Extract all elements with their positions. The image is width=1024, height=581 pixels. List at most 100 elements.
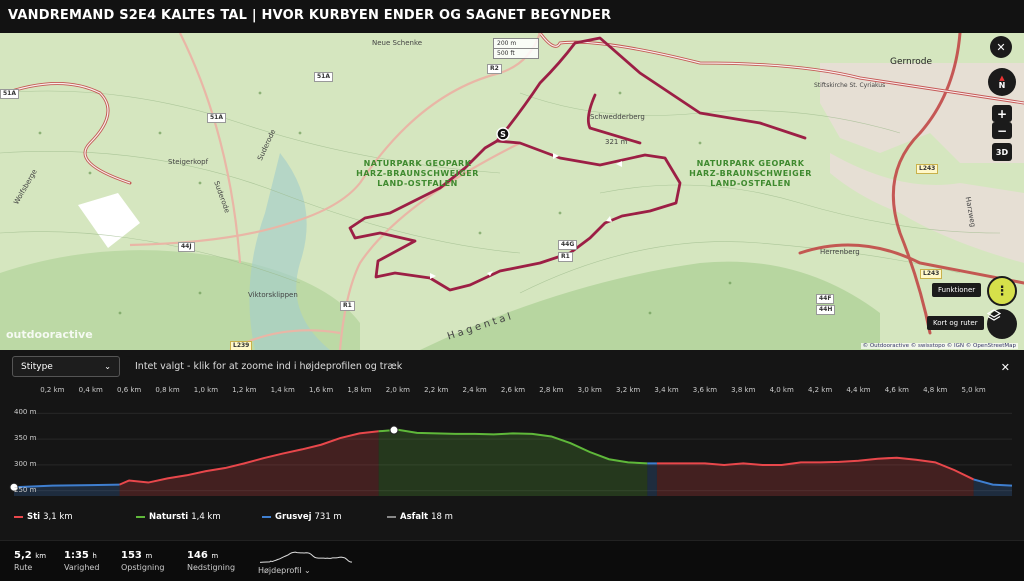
map-close-button[interactable]: ✕ (990, 36, 1012, 58)
more-vertical-icon: ⋮ (995, 283, 1009, 299)
x-tick-label: 2,6 km (500, 386, 526, 394)
road-badge-44h: 44H (816, 305, 836, 315)
elevation-chart[interactable] (0, 400, 1024, 500)
legend-value: 731 m (314, 512, 342, 522)
map-label-schwedderberg: Schwedderberg (590, 113, 645, 121)
legend-value: 3,1 km (43, 512, 73, 522)
layers-icon (987, 309, 1001, 321)
elevation-profile-panel: Stitype ⌄ Intet valgt - klik for at zoom… (0, 350, 1024, 540)
map-label-steigerkopf: Steigerkopf (168, 158, 209, 166)
legend-item-asfalt: Asfalt 18 m (387, 512, 453, 522)
x-tick-label: 0,8 km (155, 386, 180, 394)
x-tick-label: 4,0 km (769, 386, 794, 394)
x-tick-label: 4,8 km (923, 386, 948, 394)
stat-varighed: 1:35 h Varighed (64, 550, 99, 572)
stat-value: 5,2 km (14, 550, 47, 561)
map-view[interactable]: S Neue Schenke Steigerkopf Wolfsberge Vi… (0, 33, 1024, 350)
compass-button[interactable]: ▲ N (988, 68, 1016, 96)
profile-x-axis: 0,2 km 0,4 km 0,6 km 0,8 km 1,0 km 1,2 km 1,4 … (0, 386, 1024, 398)
layers-button[interactable] (987, 309, 1017, 339)
stat-rute: 5,2 km Rute (14, 550, 46, 572)
close-icon: ✕ (996, 40, 1006, 54)
x-tick-label: 2,4 km (462, 386, 487, 394)
3d-button[interactable]: 3D (992, 143, 1012, 161)
x-tick-label: 1,8 km (347, 386, 372, 394)
map-label-viktorsklippen: Viktorsklippen (248, 291, 298, 299)
x-tick-label: 4,2 km (807, 386, 833, 394)
functions-tooltip: Funktioner (932, 283, 982, 297)
legend-value: 1,4 km (191, 512, 221, 522)
stat-value: 153 m (121, 550, 153, 561)
stat-label: Varighed (64, 563, 100, 572)
stat-label: Opstigning (121, 563, 165, 572)
park-label-right: NATURPARK GEOPARK HARZ-BRAUNSCHWEIGER LA… (688, 159, 813, 189)
road-badge-r1: R1 (340, 301, 355, 311)
road-badge-51a: 51A (314, 72, 333, 82)
x-tick-label: 1,6 km (308, 386, 334, 394)
park-label-left-text: NATURPARK GEOPARK HARZ-BRAUNSCHWEIGER LA… (356, 159, 479, 188)
profile-hint: Intet valgt - klik for at zoome ind i hø… (135, 361, 403, 372)
x-tick-label: 1,2 km (232, 386, 257, 394)
zoom-out-icon: − (996, 123, 1008, 138)
profile-selected-marker (389, 425, 399, 435)
map-label-neue-schenke: Neue Schenke (372, 39, 423, 47)
tour-stats-bar: 5,2 km Rute 1:35 h Varighed 153 m Opstigning 1… (0, 540, 1024, 581)
stat-unit: km (35, 552, 47, 560)
mini-profile-graph[interactable] (258, 549, 354, 565)
x-tick-label: 0,4 km (78, 386, 103, 394)
map-label-peak: 321 m (605, 138, 628, 146)
legend-name: Natursti (149, 512, 189, 522)
y-tick-label: 350 m (14, 434, 37, 443)
stat-value: 1:35 h (64, 550, 97, 561)
x-tick-label: 0,6 km (117, 386, 142, 394)
legend-value: 18 m (431, 512, 453, 522)
road-badge-51a: 51A (0, 89, 19, 99)
surface-type-value: Stitype (21, 361, 53, 372)
functions-button[interactable]: ⋮ (987, 276, 1017, 306)
profile-area-natursti (378, 429, 648, 496)
profile-area-sti (119, 431, 379, 496)
stat-unit: h (92, 552, 97, 560)
map-label-herrenberg: Herrenberg (820, 248, 860, 256)
park-label-right-text: NATURPARK GEOPARK HARZ-BRAUNSCHWEIGER LA… (689, 159, 812, 188)
layers-tooltip: Kort og ruter (927, 316, 984, 330)
zoom-out-button[interactable]: − (992, 122, 1012, 139)
legend-swatch (387, 516, 396, 518)
y-tick-label: 300 m (14, 459, 37, 468)
road-badge-l239: L239 (230, 341, 253, 350)
x-tick-label: 0,2 km (40, 386, 65, 394)
x-tick-label: 4,4 km (846, 386, 871, 394)
y-tick-label: 400 m (14, 408, 37, 417)
road-badge-44g: 44G (558, 240, 578, 250)
x-tick-label: 3,8 km (731, 386, 756, 394)
x-tick-label: 3,6 km (692, 386, 718, 394)
scale-imperial: 500 ft (497, 50, 515, 57)
x-tick-label: 2,8 km (539, 386, 564, 394)
mini-profile-toggle[interactable]: Højdeprofil ⌄ (258, 566, 311, 575)
map-attribution[interactable]: © Outdooractive © swisstopo © IGN © Open… (860, 343, 1018, 349)
legend-name: Grusvej (275, 512, 312, 522)
road-badge-l243: L243 (920, 269, 943, 279)
zoom-in-button[interactable]: + (992, 105, 1012, 122)
close-icon: ✕ (1000, 361, 1010, 374)
stat-unit: m (145, 552, 153, 560)
zoom-in-icon: + (996, 106, 1008, 121)
chevron-down-icon: ⌄ (104, 362, 111, 371)
x-tick-label: 1,0 km (193, 386, 219, 394)
legend-swatch (262, 516, 271, 518)
legend-name: Asfalt (400, 512, 429, 522)
map-base: S (0, 33, 1024, 350)
mini-profile-line (259, 551, 353, 563)
title-bar: VANDREMAND S2E4 KALTES TAL | HVOR KURBYE… (0, 0, 1024, 33)
legend-swatch (14, 516, 23, 518)
surface-type-select[interactable]: Stitype ⌄ (12, 356, 120, 377)
profile-close-button[interactable]: ✕ (1001, 361, 1010, 374)
legend-name: Sti (27, 512, 41, 522)
3d-label: 3D (995, 147, 1009, 157)
road-badge-44f: 44F (816, 294, 835, 304)
mini-profile-label: Højdeprofil (258, 566, 302, 575)
road-badge-51a: 51A (207, 113, 226, 123)
x-tick-label: 1,4 km (270, 386, 295, 394)
map-label-stiftskirche: Stiftskirche St. Cyriakus (814, 82, 886, 89)
start-marker-label: S (500, 130, 506, 139)
